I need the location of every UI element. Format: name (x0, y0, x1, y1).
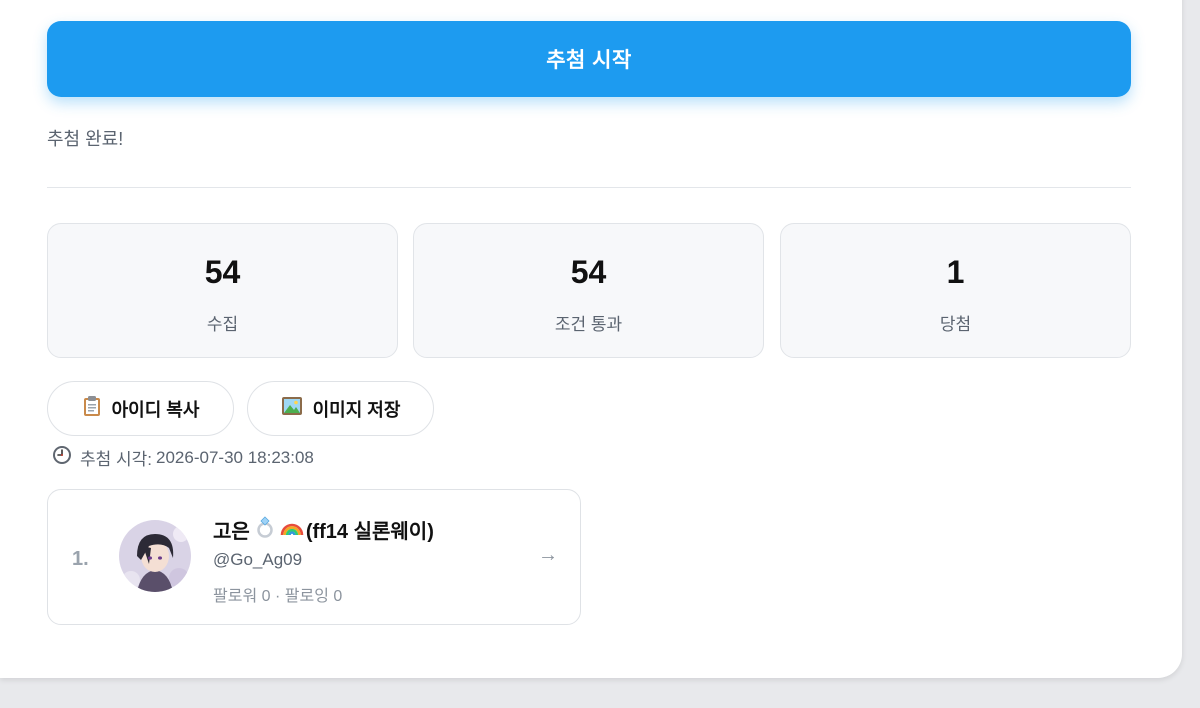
stat-label: 수집 (206, 315, 239, 334)
winner-display-name: 고은 (ff14 실론웨이) (213, 515, 434, 544)
stat-value: 54 (570, 254, 607, 290)
winner-rank: 1. (72, 548, 89, 570)
winner-follow-stats: 팔로워 0 · 팔로잉 0 (213, 582, 342, 606)
copy-ids-label: 아이디 복사 (111, 399, 200, 420)
copy-ids-button[interactable]: 아이디 복사 (47, 381, 234, 436)
stat-label: 조건 통과 (554, 315, 623, 334)
start-draw-button[interactable]: 추첨 시작 (47, 21, 1131, 97)
followers-count: 0 (261, 588, 271, 605)
stat-card-passed: 54 조건 통과 (413, 223, 764, 358)
save-image-label: 이미지 저장 (312, 399, 401, 420)
following-count: 0 (333, 588, 343, 605)
ring-icon (256, 515, 274, 544)
followers-label: 팔로워 (213, 588, 258, 605)
stats-separator: · (274, 588, 281, 605)
clock-icon (52, 445, 72, 470)
draw-timestamp: 추첨 시각: 2026-07-30 18:23:08 (52, 445, 314, 470)
timestamp-label: 추첨 시각: (80, 450, 153, 469)
winner-card[interactable]: 1. 고은 (ff14 실론웨이) @Go_Ag09 팔로워 0 · 팔로잉 0… (47, 489, 581, 625)
save-image-button[interactable]: 이미지 저장 (247, 381, 434, 436)
stat-value: 1 (946, 254, 965, 290)
stat-card-collected: 54 수집 (47, 223, 398, 358)
stat-card-winners: 1 당첨 (780, 223, 1131, 358)
lottery-panel: 추첨 시작 추첨 완료! 54 수집 54 조건 통과 1 당첨 아이디 복사 … (0, 0, 1182, 678)
stat-value: 54 (204, 254, 241, 290)
rainbow-icon (280, 518, 304, 542)
winner-name-text: 고은 (213, 521, 250, 543)
divider (47, 187, 1131, 188)
timestamp-value: 2026-07-30 18:23:08 (156, 447, 314, 467)
clipboard-icon (82, 395, 102, 422)
winner-name-suffix: (ff14 실론웨이) (305, 521, 434, 543)
avatar (119, 520, 191, 592)
draw-status-text: 추첨 완료! (47, 129, 124, 149)
open-profile-arrow-icon[interactable]: → (538, 544, 558, 567)
winner-handle: @Go_Ag09 (213, 550, 303, 569)
stat-label: 당첨 (939, 315, 972, 334)
picture-icon (281, 396, 303, 421)
following-label: 팔로잉 (284, 588, 329, 605)
